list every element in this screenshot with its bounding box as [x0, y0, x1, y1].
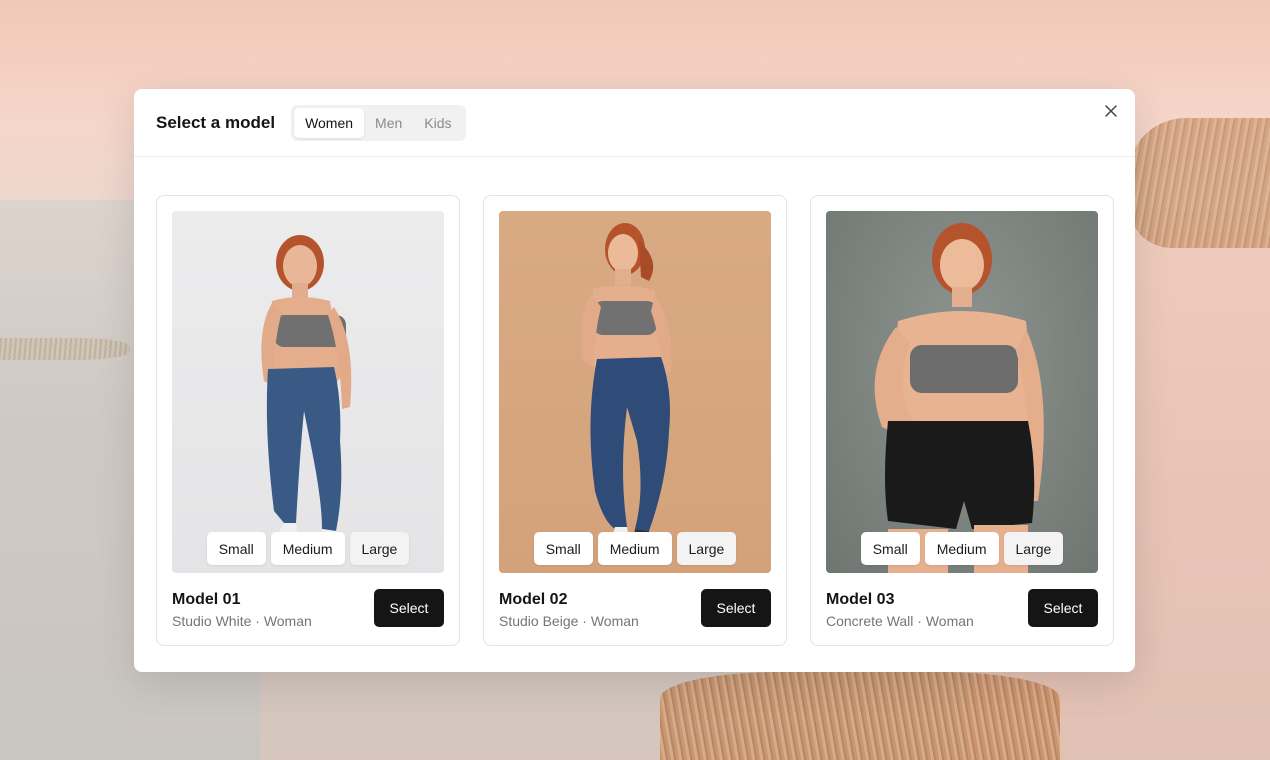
- size-medium-button[interactable]: Medium: [597, 532, 672, 565]
- card-footer: Model 01 Studio White · Woman Select: [172, 589, 444, 629]
- dune-grass-bottom: [660, 672, 1060, 760]
- model-grid: Small Medium Large Model 01 Studio White…: [156, 195, 1114, 646]
- model-photo-01: Small Medium Large: [172, 211, 444, 573]
- select-button[interactable]: Select: [701, 589, 771, 627]
- model-photo-02: Small Medium Large: [499, 211, 771, 573]
- size-small-button[interactable]: Small: [533, 532, 593, 565]
- tab-kids[interactable]: Kids: [413, 108, 462, 138]
- select-model-dialog: Select a model Women Men Kids Small Medi…: [134, 89, 1135, 672]
- model-card-03[interactable]: Small Medium Large Model 03 Concrete Wal…: [810, 195, 1114, 646]
- model-figure: [580, 223, 672, 543]
- close-button[interactable]: [1101, 101, 1121, 121]
- card-footer: Model 03 Concrete Wall · Woman Select: [826, 589, 1098, 629]
- close-icon: [1105, 105, 1117, 117]
- dune-grass-left: [0, 338, 130, 360]
- category-tabs: Women Men Kids: [291, 104, 466, 141]
- size-medium-button[interactable]: Medium: [924, 532, 999, 565]
- tab-women[interactable]: Women: [294, 107, 365, 138]
- model-meta: Studio White · Woman: [172, 613, 312, 629]
- size-small-button[interactable]: Small: [206, 532, 266, 565]
- dialog-header: Select a model Women Men Kids: [134, 89, 1135, 157]
- size-options: Small Medium Large: [499, 532, 771, 565]
- size-large-button[interactable]: Large: [1003, 532, 1064, 565]
- tab-men[interactable]: Men: [364, 108, 413, 138]
- size-small-button[interactable]: Small: [860, 532, 920, 565]
- size-options: Small Medium Large: [826, 532, 1098, 565]
- model-meta: Concrete Wall · Woman: [826, 613, 974, 629]
- model-card-01[interactable]: Small Medium Large Model 01 Studio White…: [156, 195, 460, 646]
- model-meta: Studio Beige · Woman: [499, 613, 639, 629]
- dialog-title: Select a model: [156, 112, 276, 132]
- model-card-02[interactable]: Small Medium Large Model 02 Studio Beige…: [483, 195, 787, 646]
- select-button[interactable]: Select: [374, 589, 444, 627]
- size-large-button[interactable]: Large: [676, 532, 737, 565]
- model-photo-03: Small Medium Large: [826, 211, 1098, 573]
- model-name: Model 03: [826, 591, 895, 608]
- model-figure: [874, 223, 1044, 573]
- size-options: Small Medium Large: [172, 532, 444, 565]
- size-large-button[interactable]: Large: [349, 532, 410, 565]
- size-medium-button[interactable]: Medium: [270, 532, 345, 565]
- select-button[interactable]: Select: [1028, 589, 1098, 627]
- model-figure: [261, 235, 352, 543]
- model-name: Model 02: [499, 591, 568, 608]
- card-footer: Model 02 Studio Beige · Woman Select: [499, 589, 771, 629]
- model-name: Model 01: [172, 591, 241, 608]
- dune-grass-right: [1130, 118, 1270, 248]
